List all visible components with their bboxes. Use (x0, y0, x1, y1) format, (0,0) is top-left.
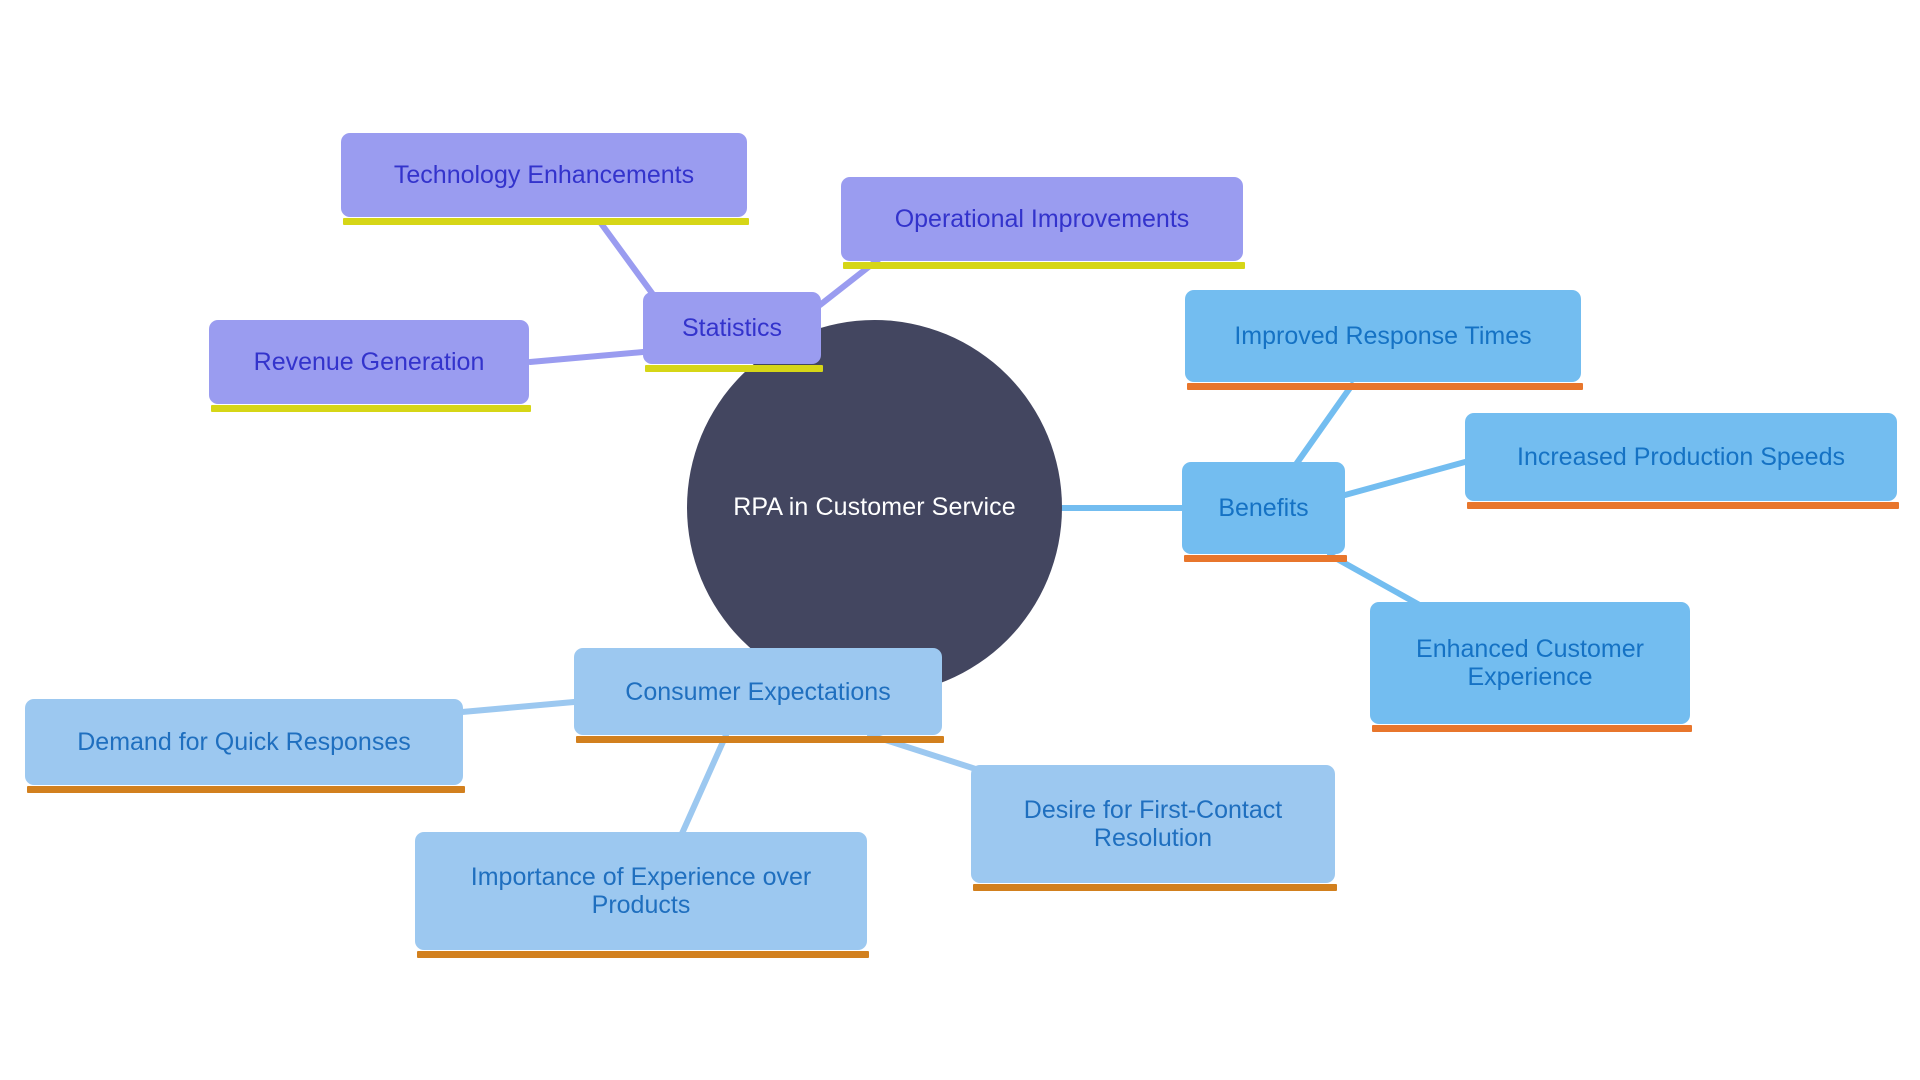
leaf-node-technology-enhancements[interactable]: Technology Enhancements (341, 133, 749, 225)
leaf-node-desire-for-first-contact-resolution-accent (973, 884, 1337, 891)
leaf-node-technology-enhancements-label: Technology Enhancements (393, 161, 695, 189)
leaf-node-operational-improvements[interactable]: Operational Improvements (841, 177, 1245, 269)
leaf-node-desire-for-first-contact-resolution-label: Desire for First-Contact Resolution (1023, 796, 1283, 852)
leaf-node-increased-production-speeds-label: Increased Production Speeds (1517, 443, 1845, 471)
branch-node-statistics[interactable]: Statistics (643, 292, 823, 372)
leaf-node-demand-for-quick-responses-accent (27, 786, 465, 793)
branch-node-statistics-label: Statistics (681, 314, 783, 342)
edge-consumer-expectations-importance-of-experience (677, 732, 729, 841)
leaf-node-importance-of-experience-over-products[interactable]: Importance of Experience over Products (415, 832, 869, 958)
leaf-node-increased-production-speeds[interactable]: Increased Production Speeds (1465, 413, 1899, 509)
leaf-node-enhanced-customer-experience-label: Enhanced Customer Experience (1416, 635, 1644, 691)
leaf-node-improved-response-times-label: Improved Response Times (1234, 322, 1532, 350)
leaf-node-revenue-generation-accent (211, 405, 531, 412)
leaf-node-operational-improvements-label: Operational Improvements (894, 205, 1190, 233)
branch-node-consumer-expectations[interactable]: Consumer Expectations (574, 648, 944, 743)
edge-statistics-revenue-generation (527, 349, 646, 365)
leaf-node-technology-enhancements-accent (343, 218, 749, 225)
leaf-node-increased-production-speeds-accent (1467, 502, 1899, 509)
leaf-node-enhanced-customer-experience-accent (1372, 725, 1692, 732)
mindmap-canvas: RPA in Customer Service Statistics Techn… (0, 0, 1920, 1080)
leaf-node-improved-response-times-accent (1187, 383, 1583, 390)
branch-node-benefits[interactable]: Benefits (1182, 462, 1347, 562)
leaf-node-importance-of-experience-over-products-accent (417, 951, 869, 958)
leaf-node-importance-of-experience-over-products-label: Importance of Experience over Products (470, 863, 812, 919)
branch-node-consumer-expectations-accent (576, 736, 944, 743)
leaf-node-revenue-generation[interactable]: Revenue Generation (209, 320, 531, 412)
branch-node-benefits-label: Benefits (1218, 494, 1309, 522)
root-node-label: RPA in Customer Service (733, 493, 1016, 521)
branch-node-statistics-accent (645, 365, 823, 372)
leaf-node-revenue-generation-label: Revenue Generation (253, 348, 485, 376)
leaf-node-demand-for-quick-responses-label: Demand for Quick Responses (77, 728, 411, 756)
leaf-node-demand-for-quick-responses[interactable]: Demand for Quick Responses (25, 699, 465, 793)
edge-benefits-improved-response-times (1289, 382, 1355, 473)
leaf-node-desire-for-first-contact-resolution[interactable]: Desire for First-Contact Resolution (971, 765, 1337, 891)
edge-benefits-increased-production-speeds (1342, 459, 1468, 498)
leaf-node-operational-improvements-accent (843, 262, 1245, 269)
leaf-node-improved-response-times[interactable]: Improved Response Times (1185, 290, 1583, 390)
branch-node-consumer-expectations-label: Consumer Expectations (625, 677, 891, 706)
branch-node-benefits-accent (1184, 555, 1347, 562)
leaf-node-enhanced-customer-experience[interactable]: Enhanced Customer Experience (1370, 602, 1692, 732)
edge-consumer-expectations-demand-for-quick-responses (459, 699, 577, 715)
root-node[interactable]: RPA in Customer Service (687, 320, 1062, 695)
